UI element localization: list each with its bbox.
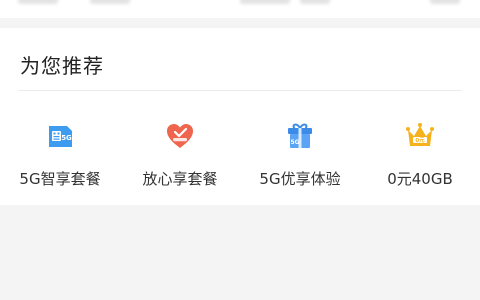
recommend-item-zero-yuan-40gb[interactable]: 0元 0元40GB xyxy=(360,90,480,205)
recommend-item-5g-premium-experience[interactable]: 5G 5G优享体验 xyxy=(240,90,360,205)
blurred-text xyxy=(300,0,330,4)
previous-section-strip xyxy=(0,0,480,18)
blurred-text xyxy=(430,0,460,4)
crown-icon: 0元 xyxy=(406,123,434,146)
svg-text:0元: 0元 xyxy=(415,137,425,144)
gift-box-icon: 5G xyxy=(288,123,312,148)
recommendation-card: 为您推荐 5G 5G智享套餐 放心享套餐 5G 5G优享体验 0元 0元40GB xyxy=(0,28,480,205)
recommend-item-label: 5G优享体验 xyxy=(259,170,341,188)
recommend-item-worry-free-plan[interactable]: 放心享套餐 xyxy=(120,90,240,205)
5g-sim-card-icon: 5G xyxy=(49,126,72,147)
recommend-item-5g-smart-plan[interactable]: 5G 5G智享套餐 xyxy=(0,90,120,205)
recommend-item-label: 放心享套餐 xyxy=(142,170,218,188)
recommend-item-label: 0元40GB xyxy=(387,170,453,188)
heart-badge-icon xyxy=(167,124,193,148)
blurred-text xyxy=(240,0,290,4)
svg-text:5G: 5G xyxy=(61,134,72,142)
blurred-text xyxy=(18,0,58,4)
section-title: 为您推荐 xyxy=(20,54,104,78)
svg-text:5G: 5G xyxy=(290,139,299,146)
blurred-text xyxy=(90,0,130,4)
recommendation-grid: 5G 5G智享套餐 放心享套餐 5G 5G优享体验 0元 0元40GB xyxy=(0,90,480,205)
recommend-item-label: 5G智享套餐 xyxy=(19,170,101,188)
